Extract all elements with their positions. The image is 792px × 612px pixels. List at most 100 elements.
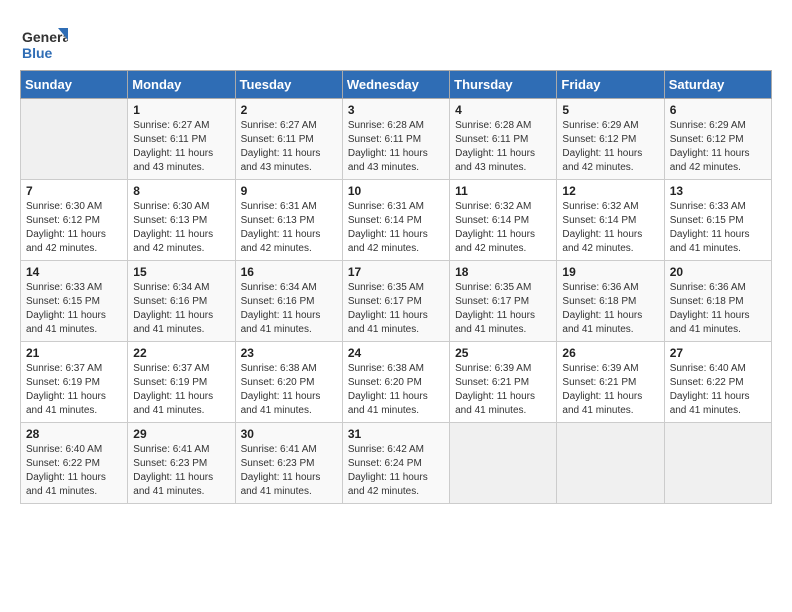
calendar-cell: 4 Sunrise: 6:28 AMSunset: 6:11 PMDaylight… xyxy=(450,99,557,180)
calendar-cell: 30 Sunrise: 6:41 AMSunset: 6:23 PMDayligh… xyxy=(235,423,342,504)
calendar-table: SundayMondayTuesdayWednesdayThursdayFrid… xyxy=(20,70,772,504)
day-info: Sunrise: 6:38 AMSunset: 6:20 PMDaylight:… xyxy=(348,362,444,418)
day-number: 28 xyxy=(26,427,122,441)
calendar-cell: 16Sunrise: 6:34 AMSunset: 6:16 PMDayligh… xyxy=(235,261,342,342)
logo: General Blue xyxy=(20,20,64,60)
logo-icon: General Blue xyxy=(20,20,60,60)
calendar-cell: 22 Sunrise: 6:37 AMSunset: 6:19 PMDayligh… xyxy=(128,342,235,423)
day-number: 11 xyxy=(455,184,551,198)
calendar-cell: 24 Sunrise: 6:38 AMSunset: 6:20 PMDayligh… xyxy=(342,342,449,423)
day-number: 4 xyxy=(455,103,551,117)
calendar-cell: 7 Sunrise: 6:30 AMSunset: 6:12 PMDaylight… xyxy=(21,180,128,261)
day-number: 25 xyxy=(455,346,551,360)
day-info: Sunrise: 6:28 AMSunset: 6:11 PMDaylight:… xyxy=(455,119,551,175)
calendar-week-1: 1 Sunrise: 6:27 AMSunset: 6:11 PMDaylight… xyxy=(21,99,772,180)
day-info: Sunrise: 6:27 AMSunset: 6:11 PMDaylight:… xyxy=(241,119,337,175)
calendar-cell xyxy=(21,99,128,180)
calendar-cell: 31 Sunrise: 6:42 AMSunset: 6:24 PMDayligh… xyxy=(342,423,449,504)
day-number: 20 xyxy=(670,265,766,279)
day-info: Sunrise: 6:28 AMSunset: 6:11 PMDaylight:… xyxy=(348,119,444,175)
calendar-cell: 27Sunrise: 6:40 AMSunset: 6:22 PMDayligh… xyxy=(664,342,771,423)
day-number: 29 xyxy=(133,427,229,441)
day-info: Sunrise: 6:41 AMSunset: 6:23 PMDaylight:… xyxy=(133,443,229,499)
day-info: Sunrise: 6:37 AMSunset: 6:19 PMDaylight:… xyxy=(133,362,229,418)
day-number: 6 xyxy=(670,103,766,117)
col-header-tuesday: Tuesday xyxy=(235,71,342,99)
col-header-monday: Monday xyxy=(128,71,235,99)
calendar-cell: 29 Sunrise: 6:41 AMSunset: 6:23 PMDayligh… xyxy=(128,423,235,504)
day-info: Sunrise: 6:30 AMSunset: 6:13 PMDaylight:… xyxy=(133,200,229,256)
calendar-cell: 3 Sunrise: 6:28 AMSunset: 6:11 PMDaylight… xyxy=(342,99,449,180)
day-number: 12 xyxy=(562,184,658,198)
day-info: Sunrise: 6:27 AMSunset: 6:11 PMDaylight:… xyxy=(133,119,229,175)
calendar-cell: 26Sunrise: 6:39 AMSunset: 6:21 PMDayligh… xyxy=(557,342,664,423)
calendar-cell: 23 Sunrise: 6:38 AMSunset: 6:20 PMDayligh… xyxy=(235,342,342,423)
calendar-cell: 19Sunrise: 6:36 AMSunset: 6:18 PMDayligh… xyxy=(557,261,664,342)
col-header-wednesday: Wednesday xyxy=(342,71,449,99)
day-number: 9 xyxy=(241,184,337,198)
day-info: Sunrise: 6:34 AMSunset: 6:16 PMDaylight:… xyxy=(241,281,337,337)
day-info: Sunrise: 6:35 AMSunset: 6:17 PMDaylight:… xyxy=(455,281,551,337)
calendar-cell: 10 Sunrise: 6:31 AMSunset: 6:14 PMDayligh… xyxy=(342,180,449,261)
calendar-cell: 25 Sunrise: 6:39 AMSunset: 6:21 PMDayligh… xyxy=(450,342,557,423)
day-number: 24 xyxy=(348,346,444,360)
day-number: 7 xyxy=(26,184,122,198)
col-header-sunday: Sunday xyxy=(21,71,128,99)
day-info: Sunrise: 6:29 AMSunset: 6:12 PMDaylight:… xyxy=(670,119,766,175)
calendar-cell: 13 Sunrise: 6:33 AMSunset: 6:15 PMDayligh… xyxy=(664,180,771,261)
calendar-cell: 18 Sunrise: 6:35 AMSunset: 6:17 PMDayligh… xyxy=(450,261,557,342)
day-info: Sunrise: 6:37 AMSunset: 6:19 PMDaylight:… xyxy=(26,362,122,418)
day-number: 14 xyxy=(26,265,122,279)
day-info: Sunrise: 6:31 AMSunset: 6:14 PMDaylight:… xyxy=(348,200,444,256)
calendar-cell: 17 Sunrise: 6:35 AMSunset: 6:17 PMDayligh… xyxy=(342,261,449,342)
day-info: Sunrise: 6:31 AMSunset: 6:13 PMDaylight:… xyxy=(241,200,337,256)
day-info: Sunrise: 6:36 AMSunset: 6:18 PMDaylight:… xyxy=(562,281,658,337)
day-info: Sunrise: 6:42 AMSunset: 6:24 PMDaylight:… xyxy=(348,443,444,499)
day-info: Sunrise: 6:33 AMSunset: 6:15 PMDaylight:… xyxy=(670,200,766,256)
calendar-cell: 11 Sunrise: 6:32 AMSunset: 6:14 PMDayligh… xyxy=(450,180,557,261)
day-number: 30 xyxy=(241,427,337,441)
day-info: Sunrise: 6:38 AMSunset: 6:20 PMDaylight:… xyxy=(241,362,337,418)
day-info: Sunrise: 6:30 AMSunset: 6:12 PMDaylight:… xyxy=(26,200,122,256)
calendar-cell: 8 Sunrise: 6:30 AMSunset: 6:13 PMDaylight… xyxy=(128,180,235,261)
day-info: Sunrise: 6:40 AMSunset: 6:22 PMDaylight:… xyxy=(26,443,122,499)
calendar-cell: 20 Sunrise: 6:36 AMSunset: 6:18 PMDayligh… xyxy=(664,261,771,342)
svg-text:Blue: Blue xyxy=(22,45,53,61)
calendar-week-4: 21 Sunrise: 6:37 AMSunset: 6:19 PMDayligh… xyxy=(21,342,772,423)
day-number: 5 xyxy=(562,103,658,117)
day-info: Sunrise: 6:32 AMSunset: 6:14 PMDaylight:… xyxy=(562,200,658,256)
day-number: 23 xyxy=(241,346,337,360)
calendar-week-3: 14Sunrise: 6:33 AMSunset: 6:15 PMDayligh… xyxy=(21,261,772,342)
day-number: 3 xyxy=(348,103,444,117)
calendar-cell: 12 Sunrise: 6:32 AMSunset: 6:14 PMDayligh… xyxy=(557,180,664,261)
day-number: 21 xyxy=(26,346,122,360)
day-info: Sunrise: 6:41 AMSunset: 6:23 PMDaylight:… xyxy=(241,443,337,499)
day-number: 31 xyxy=(348,427,444,441)
day-number: 18 xyxy=(455,265,551,279)
col-header-saturday: Saturday xyxy=(664,71,771,99)
day-number: 22 xyxy=(133,346,229,360)
day-number: 8 xyxy=(133,184,229,198)
calendar-cell xyxy=(450,423,557,504)
day-info: Sunrise: 6:36 AMSunset: 6:18 PMDaylight:… xyxy=(670,281,766,337)
calendar-cell: 2Sunrise: 6:27 AMSunset: 6:11 PMDaylight… xyxy=(235,99,342,180)
day-number: 15 xyxy=(133,265,229,279)
calendar-cell xyxy=(664,423,771,504)
calendar-cell: 6 Sunrise: 6:29 AMSunset: 6:12 PMDaylight… xyxy=(664,99,771,180)
day-info: Sunrise: 6:29 AMSunset: 6:12 PMDaylight:… xyxy=(562,119,658,175)
day-number: 10 xyxy=(348,184,444,198)
calendar-cell: 15 Sunrise: 6:34 AMSunset: 6:16 PMDayligh… xyxy=(128,261,235,342)
day-number: 17 xyxy=(348,265,444,279)
calendar-cell xyxy=(557,423,664,504)
day-info: Sunrise: 6:32 AMSunset: 6:14 PMDaylight:… xyxy=(455,200,551,256)
col-header-thursday: Thursday xyxy=(450,71,557,99)
day-info: Sunrise: 6:40 AMSunset: 6:22 PMDaylight:… xyxy=(670,362,766,418)
calendar-cell: 1 Sunrise: 6:27 AMSunset: 6:11 PMDaylight… xyxy=(128,99,235,180)
calendar-week-2: 7 Sunrise: 6:30 AMSunset: 6:12 PMDaylight… xyxy=(21,180,772,261)
day-info: Sunrise: 6:34 AMSunset: 6:16 PMDaylight:… xyxy=(133,281,229,337)
calendar-week-5: 28 Sunrise: 6:40 AMSunset: 6:22 PMDayligh… xyxy=(21,423,772,504)
day-number: 1 xyxy=(133,103,229,117)
day-number: 13 xyxy=(670,184,766,198)
day-info: Sunrise: 6:35 AMSunset: 6:17 PMDaylight:… xyxy=(348,281,444,337)
day-info: Sunrise: 6:39 AMSunset: 6:21 PMDaylight:… xyxy=(455,362,551,418)
